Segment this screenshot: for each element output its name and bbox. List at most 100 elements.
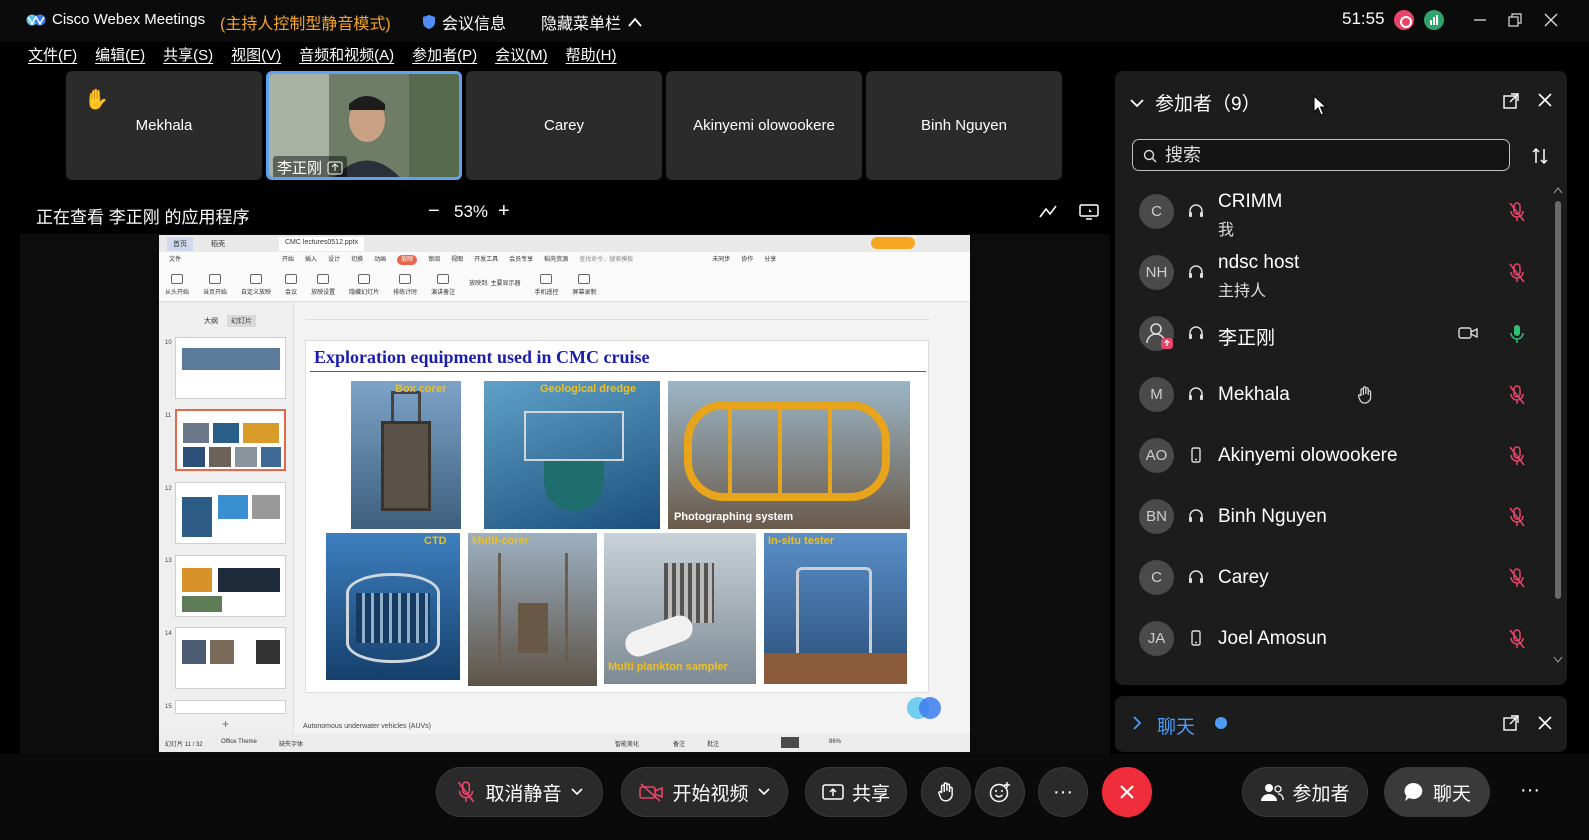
ppt-tab-file[interactable]: CMC lectures0512.pptx	[279, 237, 365, 251]
statistics-icon[interactable]	[1424, 10, 1444, 30]
ppt-menu-item[interactable]: 文件	[169, 252, 181, 268]
participant-row[interactable]: NH ndsc host 主持人	[1115, 243, 1567, 304]
ppt-tool[interactable]: 会议	[285, 268, 297, 301]
unmute-button[interactable]: 取消静音	[436, 767, 603, 817]
slide-thumbnail[interactable]	[175, 337, 286, 399]
video-tile-binh[interactable]: Binh Nguyen	[866, 71, 1062, 180]
zoom-in-button[interactable]: +	[498, 200, 510, 223]
ppt-panel-tab-slides[interactable]: 幻灯片	[227, 315, 256, 327]
ppt-tool[interactable]: 放映设置	[311, 268, 335, 301]
ppt-login-badge[interactable]	[871, 237, 915, 249]
ppt-tool[interactable]: 自定义放映	[241, 268, 271, 301]
ppt-menu-item-active[interactable]: 放映	[397, 255, 418, 265]
ppt-tool[interactable]: 屏幕录制	[572, 268, 597, 301]
mic-muted-icon[interactable]	[1507, 567, 1527, 589]
menu-file[interactable]: 文件(F)	[28, 42, 77, 70]
popout-icon[interactable]	[1502, 92, 1520, 110]
mic-muted-icon[interactable]	[1507, 506, 1527, 528]
video-tile-mekhala[interactable]: ✋ Mekhala	[66, 71, 262, 180]
menu-help[interactable]: 帮助(H)	[566, 42, 617, 70]
more-options-button[interactable]: ···	[1038, 767, 1088, 817]
ppt-search-command[interactable]: 查找命令、搜索模板	[579, 252, 633, 268]
participant-row-presenter[interactable]: 李正刚	[1115, 304, 1567, 365]
video-tile-active-speaker[interactable]: 李正刚	[266, 71, 462, 180]
slide-thumbnail[interactable]	[175, 555, 286, 617]
ppt-menu-item[interactable]: 开始	[282, 252, 294, 268]
video-tile-carey[interactable]: Carey	[466, 71, 662, 180]
participants-scrollbar[interactable]	[1552, 185, 1564, 665]
reactions-button[interactable]	[975, 767, 1025, 817]
overflow-menu-button[interactable]: ···	[1520, 779, 1540, 802]
annotate-icon[interactable]	[1038, 203, 1058, 221]
menu-edit[interactable]: 编辑(E)	[95, 42, 145, 70]
slide-thumbnail[interactable]	[175, 482, 286, 544]
popout-icon[interactable]	[1502, 714, 1520, 732]
remote-control-icon[interactable]	[1078, 203, 1100, 221]
raise-hand-button[interactable]	[921, 767, 971, 817]
leave-meeting-button[interactable]	[1102, 767, 1152, 817]
menu-view[interactable]: 视图(V)	[231, 42, 281, 70]
close-icon[interactable]	[1537, 92, 1553, 108]
add-slide-button[interactable]: +	[222, 717, 229, 731]
participant-row[interactable]: C CRIMM 我	[1115, 182, 1567, 243]
ppt-menu-item[interactable]: 切换	[351, 252, 363, 268]
menu-meeting[interactable]: 会议(M)	[495, 42, 548, 70]
play-slideshow-button[interactable]	[781, 737, 799, 748]
participant-row[interactable]: C Carey	[1115, 548, 1567, 609]
menu-audio-video[interactable]: 音频和视频(A)	[299, 42, 394, 70]
mic-muted-icon[interactable]	[1507, 262, 1527, 284]
ppt-menu-item[interactable]: 会员专享	[509, 252, 533, 268]
ppt-menu-item[interactable]: 动画	[374, 252, 386, 268]
restore-button[interactable]	[1503, 8, 1527, 32]
notes-toggle[interactable]: 备注	[673, 739, 685, 748]
comments-toggle[interactable]: 批注	[707, 739, 719, 748]
meeting-info-button[interactable]: 会议信息	[422, 10, 506, 34]
ppt-menu-item[interactable]: 视图	[451, 252, 463, 268]
ppt-tool[interactable]: 排练计时	[393, 268, 417, 301]
ppt-tool[interactable]: 手机遥控	[534, 268, 558, 301]
mic-muted-icon[interactable]	[1507, 384, 1527, 406]
mic-muted-icon[interactable]	[1507, 445, 1527, 467]
close-icon[interactable]	[1537, 715, 1553, 731]
ppt-tool[interactable]: 演讲备注	[431, 268, 455, 301]
ppt-menu-item[interactable]: 稻壳资源	[544, 252, 568, 268]
participants-header[interactable]: 参加者（9）	[1129, 89, 1261, 116]
participant-row[interactable]: M Mekhala	[1115, 365, 1567, 426]
slide-thumbnail-selected[interactable]	[175, 409, 286, 471]
zoom-out-button[interactable]: −	[428, 200, 440, 223]
ppt-menu-item[interactable]: 插入	[305, 252, 317, 268]
missing-font[interactable]: 缺失字体	[279, 739, 303, 748]
chevron-down-icon[interactable]	[757, 787, 771, 797]
ppt-notes[interactable]: Autonomous underwater vehicles (AUVs)	[295, 719, 935, 734]
ppt-tab-docer[interactable]: 稻壳	[205, 237, 231, 251]
ppt-tool[interactable]: 从头开始	[165, 268, 189, 301]
ppt-tool[interactable]: 当页开始	[203, 268, 227, 301]
mic-muted-icon[interactable]	[1507, 628, 1527, 650]
share-button[interactable]: 共享	[805, 767, 907, 817]
ppt-tool[interactable]: 隐藏幻灯片	[349, 268, 379, 301]
ppt-menu-item[interactable]: 开发工具	[474, 252, 498, 268]
ppt-menu-item[interactable]: 未同步	[712, 252, 730, 268]
sort-icon[interactable]	[1530, 146, 1550, 166]
ppt-tab-home[interactable]: 首页	[167, 237, 193, 251]
participant-search[interactable]	[1132, 139, 1510, 171]
ppt-menu-item[interactable]: 分享	[764, 252, 776, 268]
slide-thumbnail[interactable]	[175, 700, 286, 714]
minimize-button[interactable]	[1468, 8, 1492, 32]
search-input[interactable]	[1165, 144, 1495, 166]
hide-menu-button[interactable]: 隐藏菜单栏	[541, 10, 643, 34]
ppt-tool[interactable]: 放映到: 主要显示器	[469, 268, 520, 301]
participant-row[interactable]: JA Joel Amosun	[1115, 609, 1567, 670]
participant-row[interactable]: AO Akinyemi olowookere	[1115, 426, 1567, 487]
start-video-button[interactable]: 开始视频	[621, 767, 788, 817]
ppt-menu-item[interactable]: 协作	[741, 252, 753, 268]
chevron-down-icon[interactable]	[570, 787, 584, 797]
video-camera-icon[interactable]	[1458, 325, 1478, 341]
participant-row[interactable]: BN Binh Nguyen	[1115, 487, 1567, 548]
ppt-menu-item[interactable]: 设计	[328, 252, 340, 268]
smart-beautify[interactable]: 智能美化	[615, 739, 639, 748]
recording-icon[interactable]	[1394, 10, 1414, 30]
participants-button[interactable]: 参加者	[1242, 767, 1368, 817]
chat-panel[interactable]: 聊天	[1115, 696, 1567, 752]
video-tile-akinyemi[interactable]: Akinyemi olowookere	[666, 71, 862, 180]
